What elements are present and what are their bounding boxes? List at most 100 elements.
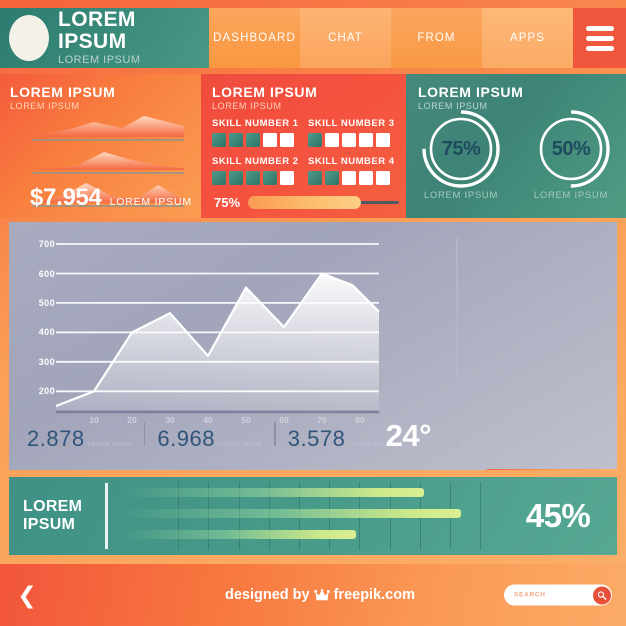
stat-item-1: 2.878 LOREM IPSUM [27, 426, 144, 452]
brand-text: LOREM IPSUM LOREM IPSUM [58, 8, 209, 67]
skill-pip[interactable] [342, 133, 356, 147]
skill-pip[interactable] [229, 133, 243, 147]
gauge-label: LOREM IPSUM [423, 190, 499, 201]
bar-3[interactable] [121, 530, 356, 539]
skill-pip[interactable] [325, 133, 339, 147]
skill-pips [308, 133, 400, 147]
skill-label: SKILL NUMBER 1 [212, 118, 299, 129]
panel-sparklines-title: LOREM IPSUM [10, 84, 116, 100]
nav-item-apps[interactable]: APPS [482, 8, 573, 68]
skill-item-4: SKILL NUMBER 4 [308, 156, 400, 185]
stat-divider [143, 422, 146, 446]
gauge-value: 50% [551, 137, 591, 160]
footer-credit-prefix: designed by [224, 587, 310, 603]
gauge-list: 75% LOREM IPSUM 50% LOREM IPSUM [406, 110, 626, 201]
temperature-value: 24° [385, 418, 432, 453]
stat-value: 2.878 [27, 426, 85, 451]
skill-pip[interactable] [212, 133, 226, 147]
sparkline-baseline [32, 171, 184, 174]
skill-pip[interactable] [308, 171, 322, 185]
panel-skills: LOREM IPSUM LOREM IPSUM SKILL NUMBER 1 SK… [201, 74, 406, 218]
skill-pip[interactable] [229, 171, 243, 185]
skill-pips [308, 171, 400, 185]
skill-pip[interactable] [246, 133, 260, 147]
chart-y-axis: 700 600 500 400 300 200 [25, 222, 55, 422]
sparklines-value: $7.954 [30, 184, 102, 211]
skill-item-2: SKILL NUMBER 3 [308, 118, 400, 147]
stat-label: LOREM IPSUM [217, 442, 263, 448]
chart-y-tick: 500 [38, 297, 55, 308]
skills-progress-row: 75% [214, 195, 399, 210]
skill-pip[interactable] [359, 133, 373, 147]
search-box[interactable]: SEARCH [504, 584, 612, 606]
skill-item-3: SKILL NUMBER 2 [212, 156, 304, 185]
chart-y-tick: 300 [38, 356, 55, 367]
skill-pips [212, 133, 304, 147]
panel-gauges: LOREM IPSUM LOREM IPSUM 75% LOREM IPSUM 50… [406, 74, 626, 218]
skill-pip[interactable] [263, 133, 277, 147]
stats-panels-row: LOREM IPSUM LOREM IPSUM $7.954 LOREM IPS… [0, 74, 626, 218]
brand-subtitle: LOREM IPSUM [58, 53, 141, 66]
bar-panel-label: LOREM IPSUM [23, 498, 101, 534]
nav-item-chat[interactable]: CHAT [300, 8, 391, 68]
skill-pip[interactable] [280, 133, 294, 147]
main-chart-panel: 700 600 500 400 300 200 10 20 30 40 50 60 70 80 2.87… [9, 222, 617, 470]
footer-credit-brand: freepik.com [333, 587, 415, 603]
bar-2[interactable] [121, 509, 462, 518]
gauge-1: 75% LOREM IPSUM [411, 110, 511, 201]
skill-pip[interactable] [342, 171, 356, 185]
bar-panel: LOREM IPSUM 45% [9, 477, 617, 555]
chart-y-tick: 200 [38, 386, 55, 397]
brand-block[interactable]: LOREM IPSUM LOREM IPSUM [0, 8, 209, 68]
search-input-placeholder[interactable]: SEARCH [514, 592, 546, 599]
horizontal-bar-chart [121, 480, 500, 552]
skill-pip[interactable] [376, 133, 390, 147]
panel-divider [456, 238, 458, 454]
stat-label: LOREM IPSUM [87, 442, 132, 448]
calendar-header: ❮ JUNE ❯ [486, 469, 617, 470]
nav-item-from[interactable]: FROM [391, 8, 482, 68]
skill-pip[interactable] [359, 171, 373, 185]
skill-pips [212, 171, 304, 185]
search-icon[interactable] [592, 586, 611, 604]
bar-panel-percent: 45% [525, 497, 591, 534]
circle-logo-icon [9, 15, 49, 61]
stat-value: 3.578 [287, 426, 346, 451]
gauge-value: 75% [441, 137, 481, 160]
calendar-widget: ❮ JUNE ❯ SMTWTFS123456789101112131415161… [486, 469, 617, 470]
bar-panel-separator [105, 483, 108, 549]
hamburger-menu-icon[interactable] [573, 8, 626, 68]
panel-sparklines: LOREM IPSUM LOREM IPSUM $7.954 LOREM IPS… [0, 74, 201, 218]
stat-value: 6.968 [157, 426, 215, 451]
gauge-ring: 75% [422, 110, 500, 188]
skill-pip[interactable] [325, 171, 339, 185]
panel-skills-title: LOREM IPSUM [212, 84, 318, 100]
freepik-crown-icon [313, 588, 330, 602]
sparkline-baseline [32, 138, 184, 141]
nav-items: DASHBOARD CHAT FROM APPS [209, 8, 573, 68]
sparkline-2 [32, 147, 184, 174]
skill-pip[interactable] [376, 171, 390, 185]
gauge-label: LOREM IPSUM [533, 190, 609, 201]
bar-panel-label-line2: IPSUM [23, 516, 76, 533]
hamburger-bar [585, 25, 614, 31]
top-navbar: LOREM IPSUM LOREM IPSUM DASHBOARD CHAT F… [0, 8, 626, 68]
skills-progress-label: 75% [214, 195, 241, 210]
skill-pip[interactable] [263, 171, 277, 185]
hamburger-bar [585, 35, 614, 41]
gauge-2: 50% LOREM IPSUM [521, 110, 621, 201]
skill-pip[interactable] [246, 171, 260, 185]
sparkline-1 [32, 114, 184, 141]
nav-item-dashboard[interactable]: DASHBOARD [209, 8, 300, 68]
skills-progress-fill [248, 196, 362, 209]
skill-pip[interactable] [308, 133, 322, 147]
footer-bar: ❮ designed by freepik.com SEARCH [0, 564, 626, 626]
stat-divider [274, 422, 276, 446]
skills-progress-track[interactable] [248, 196, 399, 209]
bar-1[interactable] [121, 488, 424, 497]
panel-sparklines-subtitle: LOREM IPSUM [10, 101, 80, 111]
skill-label: SKILL NUMBER 3 [308, 118, 395, 129]
skill-pip[interactable] [212, 171, 226, 185]
stat-item-2: 6.968 LOREM IPSUM [157, 426, 274, 452]
skill-pip[interactable] [280, 171, 294, 185]
